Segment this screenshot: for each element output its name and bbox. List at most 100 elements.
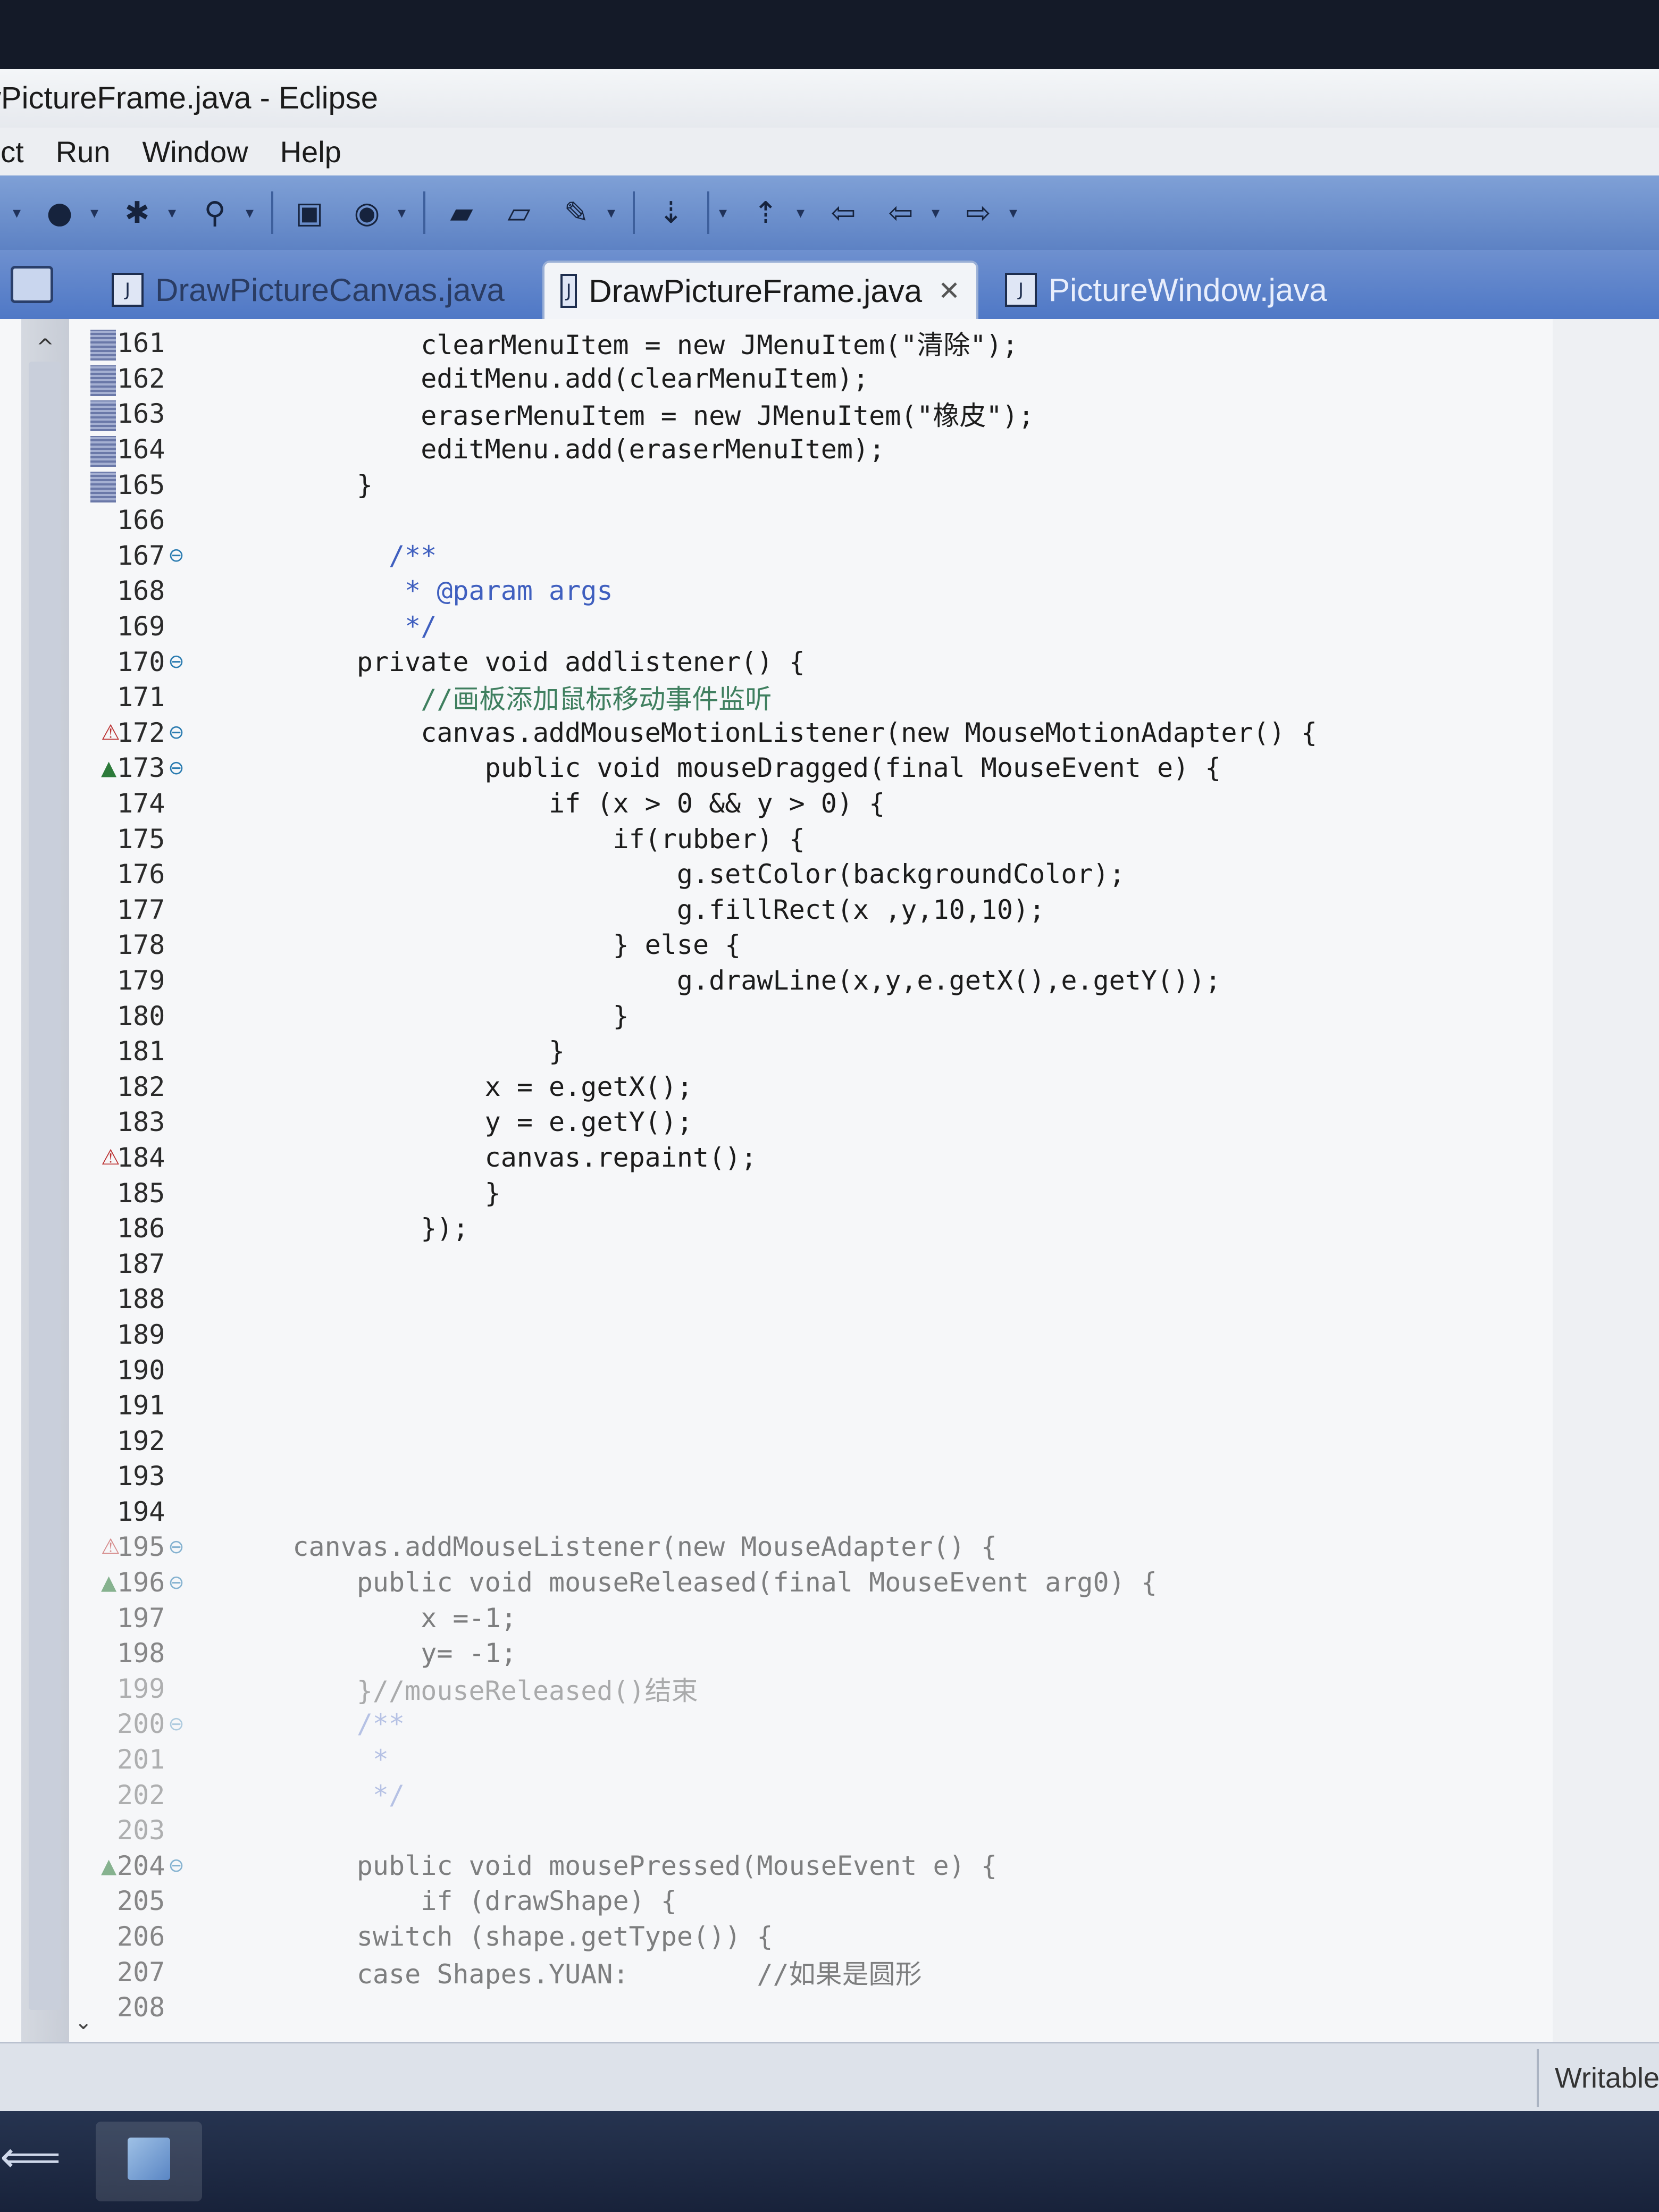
line-number-gutter[interactable]: 190 xyxy=(90,1355,229,1386)
line-number-gutter[interactable]: 185 xyxy=(90,1178,229,1209)
code-line[interactable]: 169 */ xyxy=(90,609,1547,644)
fold-icon[interactable]: ⊖ xyxy=(168,651,184,673)
code-line[interactable]: 208 xyxy=(90,1990,1547,2025)
code-line[interactable]: 206 switch (shape.getType()) { xyxy=(90,1919,1547,1955)
code-line[interactable]: 193 xyxy=(90,1459,1547,1494)
code-line[interactable]: 202 */ xyxy=(90,1777,1547,1813)
code-line[interactable]: 191 xyxy=(90,1388,1547,1423)
override-icon[interactable]: ▲ xyxy=(101,1571,116,1594)
code-line[interactable]: 201 * xyxy=(90,1742,1547,1778)
chevron-down-icon[interactable]: ▾ xyxy=(797,204,812,222)
line-number-gutter[interactable]: 176 xyxy=(90,859,229,890)
tab-picturewindow[interactable]: J PictureWindow.java xyxy=(989,261,1361,319)
code-line[interactable]: 194 xyxy=(90,1494,1547,1530)
chevron-down-icon[interactable]: ▾ xyxy=(246,204,262,222)
line-number-gutter[interactable]: 199 xyxy=(90,1673,229,1704)
code-line[interactable]: ▲ 196 ⊖ public void mouseReleased(final Mo… xyxy=(90,1565,1547,1601)
line-number-gutter[interactable]: 177 xyxy=(90,894,229,925)
code-line[interactable]: 177 g.fillRect(x ,y,10,10); xyxy=(90,892,1547,928)
line-number-gutter[interactable]: 198 xyxy=(90,1638,229,1669)
line-number-gutter[interactable]: 201 xyxy=(90,1744,229,1775)
menu-window[interactable]: Window xyxy=(142,135,248,169)
code-lines[interactable]: 161 clearMenuItem = new JMenuItem("清除");… xyxy=(90,325,1547,2038)
new-package-icon[interactable]: ▣ xyxy=(290,194,329,232)
code-line[interactable]: 197 x =-1; xyxy=(90,1600,1547,1636)
code-line[interactable]: ▲ 204 ⊖ public void mousePressed(MouseEven… xyxy=(90,1848,1547,1884)
line-number-gutter[interactable]: 167 ⊖ xyxy=(90,540,229,571)
fold-icon[interactable]: ⊖ xyxy=(168,1855,184,1876)
code-line[interactable]: 205 if (drawShape) { xyxy=(90,1883,1547,1919)
code-line[interactable]: 183 y = e.getY(); xyxy=(90,1104,1547,1140)
run-icon[interactable]: ● xyxy=(40,194,79,232)
line-number-gutter[interactable]: ▲ 196 ⊖ xyxy=(90,1567,229,1598)
override-icon[interactable]: ▲ xyxy=(101,1854,116,1878)
line-number-gutter[interactable]: 175 xyxy=(90,824,229,854)
prev-annotation-icon[interactable]: ⇡ xyxy=(747,194,785,232)
tab-drawpicturecanvas[interactable]: J DrawPictureCanvas.java xyxy=(96,261,532,319)
chevron-down-icon[interactable]: ▾ xyxy=(719,204,735,222)
tools-icon[interactable]: ✎ xyxy=(557,194,596,232)
code-line[interactable]: 186 }); xyxy=(90,1211,1547,1246)
line-number-gutter[interactable]: 179 xyxy=(90,965,229,996)
code-line[interactable]: ▲ 173 ⊖ public void mouseDragged(final Mou… xyxy=(90,750,1547,786)
code-line[interactable]: 198 y= -1; xyxy=(90,1636,1547,1671)
taskbar-app-button[interactable] xyxy=(96,2122,202,2201)
back-icon[interactable]: ⇦ xyxy=(882,194,920,232)
chevron-down-icon[interactable]: ▾ xyxy=(932,204,948,222)
override-icon[interactable]: ▲ xyxy=(101,756,116,780)
code-line[interactable]: 199 }//mouseReleased()结束 xyxy=(90,1671,1547,1707)
warning-icon[interactable]: ⚠ xyxy=(101,720,120,745)
line-number-gutter[interactable]: ⚠ 195 ⊖ xyxy=(90,1531,229,1562)
line-number-gutter[interactable]: 207 xyxy=(90,1957,229,1988)
chevron-down-icon[interactable]: ▾ xyxy=(398,204,414,222)
chevron-down-icon[interactable]: ▾ xyxy=(1009,204,1025,222)
warning-icon[interactable]: ⚠ xyxy=(101,1535,120,1559)
fold-icon[interactable]: ⊖ xyxy=(168,757,184,779)
minimize-icon[interactable] xyxy=(11,266,53,303)
fold-icon[interactable]: ⊖ xyxy=(168,1536,184,1558)
line-number-gutter[interactable]: 205 xyxy=(90,1886,229,1916)
new-class-icon[interactable]: ◉ xyxy=(348,194,386,232)
chevron-down-icon[interactable]: ▾ xyxy=(90,204,106,222)
line-number-gutter[interactable]: 182 xyxy=(90,1071,229,1102)
fold-icon[interactable]: ⊖ xyxy=(168,722,184,743)
chevron-down-icon[interactable]: ▾ xyxy=(607,204,623,222)
line-number-gutter[interactable]: 178 xyxy=(90,929,229,960)
code-line[interactable]: 181 } xyxy=(90,1034,1547,1069)
line-number-gutter[interactable]: 180 xyxy=(90,1001,229,1032)
code-line[interactable]: 185 } xyxy=(90,1175,1547,1211)
code-line[interactable]: 190 xyxy=(90,1352,1547,1388)
code-line[interactable]: 187 xyxy=(90,1246,1547,1281)
code-line[interactable]: 178 } else { xyxy=(90,927,1547,963)
line-number-gutter[interactable]: 183 xyxy=(90,1107,229,1137)
chevron-up-icon[interactable]: ^ xyxy=(32,335,58,362)
line-number-gutter[interactable]: 168 xyxy=(90,575,229,606)
code-line[interactable]: 161 clearMenuItem = new JMenuItem("清除"); xyxy=(90,325,1547,361)
forward-icon[interactable]: ⇨ xyxy=(959,194,998,232)
code-editor[interactable]: ^ ⌄ 161 clearMenuItem = new JMenuItem("清… xyxy=(0,319,1553,2071)
debug-icon[interactable]: ✱ xyxy=(118,194,156,232)
chevron-down-icon[interactable]: ▾ xyxy=(168,204,184,222)
code-line[interactable]: ⚠ 195 ⊖ canvas.addMouseListener(new MouseA… xyxy=(90,1529,1547,1565)
line-number-gutter[interactable]: 192 xyxy=(90,1426,229,1456)
code-line[interactable]: 174 if (x > 0 && y > 0) { xyxy=(90,786,1547,822)
line-number-gutter[interactable]: 193 xyxy=(90,1461,229,1492)
code-line[interactable]: 167 ⊖ /** xyxy=(90,538,1547,574)
code-line[interactable]: 203 xyxy=(90,1813,1547,1848)
line-number-gutter[interactable]: 200 ⊖ xyxy=(90,1708,229,1739)
code-line[interactable]: 200 ⊖ /** xyxy=(90,1706,1547,1742)
tab-drawpictureframe[interactable]: J DrawPictureFrame.java ✕ xyxy=(542,261,978,319)
code-line[interactable]: 207 case Shapes.YUAN: //如果是圆形 xyxy=(90,1954,1547,1990)
line-number-gutter[interactable]: 166 xyxy=(90,505,229,535)
line-number-gutter[interactable]: 169 xyxy=(90,611,229,642)
line-number-gutter[interactable]: 170 ⊖ xyxy=(90,647,229,677)
code-line[interactable]: 171 //画板添加鼠标移动事件监听 xyxy=(90,680,1547,715)
line-number-gutter[interactable]: ⚠ 184 xyxy=(90,1142,229,1173)
line-number-gutter[interactable]: 186 xyxy=(90,1213,229,1244)
code-line[interactable]: 162 editMenu.add(clearMenuItem); xyxy=(90,361,1547,397)
fold-icon[interactable]: ⊖ xyxy=(168,1713,184,1735)
back-icon[interactable]: ⇦ xyxy=(824,194,862,232)
code-line[interactable]: 164 editMenu.add(eraserMenuItem); xyxy=(90,432,1547,467)
code-line[interactable]: 189 xyxy=(90,1317,1547,1353)
line-number-gutter[interactable]: 197 xyxy=(90,1603,229,1633)
